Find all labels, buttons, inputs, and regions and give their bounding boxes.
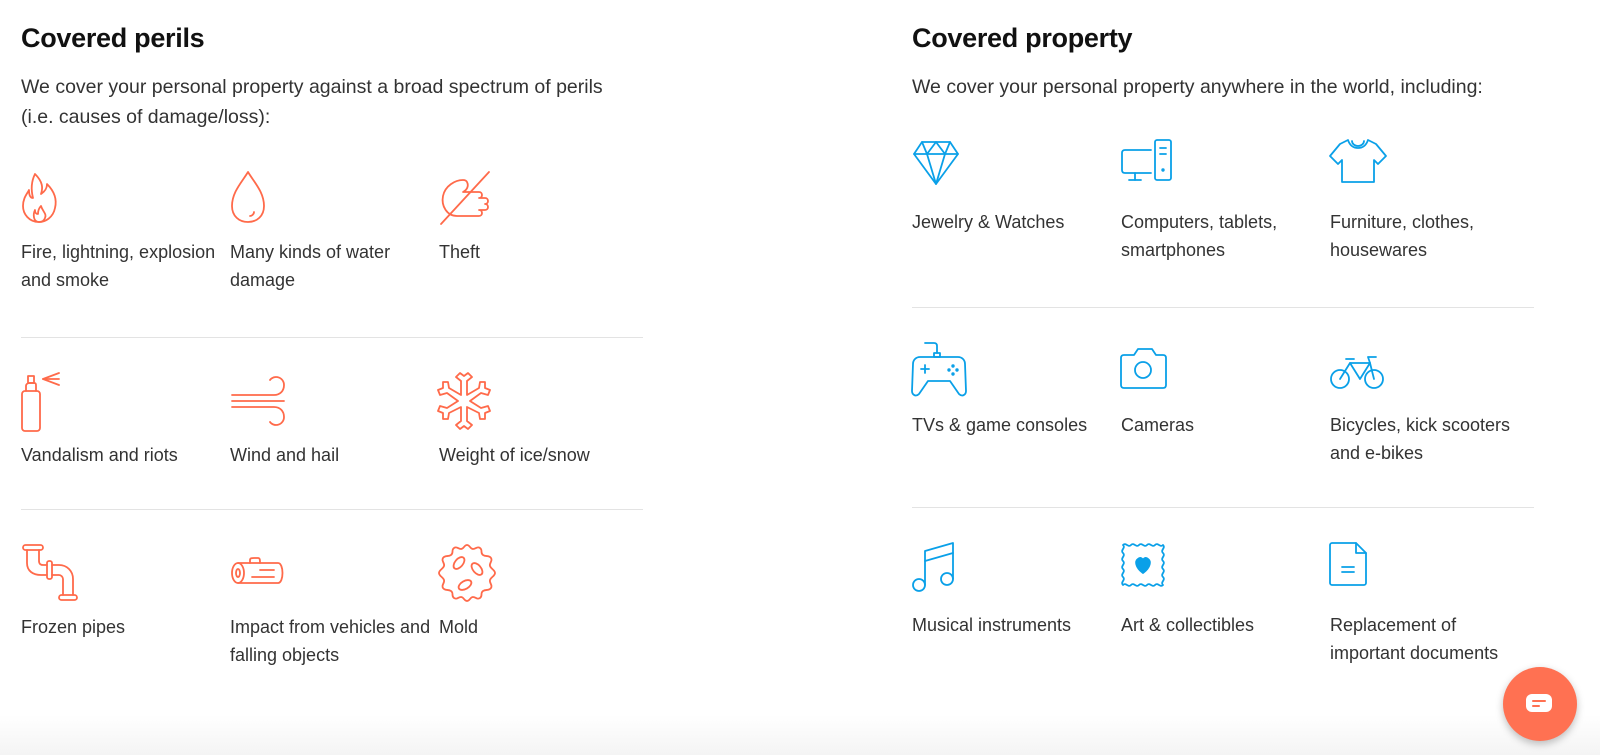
fire-icon [21, 168, 81, 228]
property-label: Replacement of important documents [1330, 615, 1499, 663]
property-label: TVs & game consoles [912, 415, 1088, 435]
property-label: Bicycles, kick scooters and e-bikes [1330, 415, 1511, 463]
peril-label: Weight of ice/snow [439, 445, 590, 465]
property-description: We cover your personal property anywhere… [912, 76, 1483, 98]
log-icon [230, 543, 290, 603]
perils-title: Covered perils [21, 23, 205, 53]
spray-can-icon [21, 371, 81, 432]
camera-icon [1120, 341, 1181, 401]
property-item: Musical instruments [912, 541, 1121, 688]
property-grid: Jewelry & Watches Computers, tablets, sm… [911, 138, 1534, 688]
peril-label: Wind and hail [230, 445, 340, 465]
stamp-heart-icon [1121, 541, 1181, 601]
peril-label: Mold [439, 617, 479, 637]
property-item: Jewelry & Watches [912, 138, 1121, 307]
peril-item: Wind and hail [230, 371, 439, 509]
peril-item: Many kinds of water damage [230, 168, 439, 337]
property-label: Cameras [1121, 415, 1195, 435]
snowflake-icon [437, 371, 499, 431]
peril-label: Vandalism and riots [21, 445, 178, 465]
peril-item: Frozen pipes [21, 543, 230, 690]
property-title: Covered property [912, 23, 1133, 53]
property-label: Jewelry & Watches [912, 212, 1065, 232]
peril-item: Theft [439, 168, 648, 337]
perils-description: We cover your personal property against … [21, 76, 603, 128]
property-row: Musical instruments Art & collectibles R… [912, 508, 1534, 688]
covered-perils-section: Covered perils We cover your personal pr… [21, 18, 643, 690]
property-item: Art & collectibles [1121, 541, 1330, 688]
mold-icon [438, 543, 499, 603]
property-label: Furniture, clothes, housewares [1330, 212, 1475, 260]
peril-label: Frozen pipes [21, 617, 126, 637]
pipe-icon [21, 543, 81, 603]
property-row: Jewelry & Watches Computers, tablets, sm… [912, 138, 1534, 308]
perils-row: Vandalism and riots Wind and hail Weight… [21, 338, 643, 510]
property-item: TVs & game consoles [911, 341, 1121, 507]
document-icon [1329, 541, 1390, 601]
perils-row: Frozen pipes Impact from vehicles and fa… [21, 510, 643, 690]
covered-property-section: Covered property We cover your personal … [911, 18, 1534, 688]
peril-item: Vandalism and riots [21, 371, 230, 509]
chat-bubble-icon [1526, 694, 1552, 712]
bottom-fade [0, 715, 1600, 755]
property-item: Furniture, clothes, housewares [1329, 138, 1539, 307]
perils-row: Fire, lightning, explosion and smoke Man… [21, 168, 643, 338]
property-item: Bicycles, kick scooters and e-bikes [1330, 341, 1539, 507]
property-label: Computers, tablets, smartphones [1121, 212, 1278, 260]
peril-item: Mold [438, 543, 648, 690]
chat-button[interactable] [1503, 667, 1577, 741]
water-drop-icon [230, 168, 290, 228]
property-item: Replacement of important documents [1329, 541, 1539, 688]
wind-icon [230, 371, 290, 431]
property-item: Computers, tablets, smartphones [1121, 138, 1330, 307]
peril-label: Theft [439, 242, 481, 262]
computer-icon [1121, 138, 1181, 198]
peril-item: Fire, lightning, explosion and smoke [21, 168, 230, 337]
peril-label: Fire, lightning, explosion and smoke [21, 242, 216, 290]
peril-item: Impact from vehicles and falling objects [230, 543, 439, 690]
tshirt-icon [1329, 138, 1390, 198]
music-note-icon [912, 541, 972, 601]
property-label: Art & collectibles [1121, 615, 1255, 635]
gamepad-icon [911, 341, 972, 401]
bicycle-icon [1330, 341, 1390, 401]
property-item: Cameras [1120, 341, 1330, 507]
property-label: Musical instruments [912, 615, 1072, 635]
diamond-icon [912, 138, 972, 198]
property-row: TVs & game consoles Cameras Bicycles, ki… [911, 308, 1534, 508]
perils-grid: Fire, lightning, explosion and smoke Man… [21, 168, 643, 690]
theft-hand-icon [439, 168, 499, 228]
peril-label: Many kinds of water damage [230, 242, 391, 290]
peril-label: Impact from vehicles and falling objects [230, 617, 431, 665]
peril-item: Weight of ice/snow [437, 371, 648, 509]
